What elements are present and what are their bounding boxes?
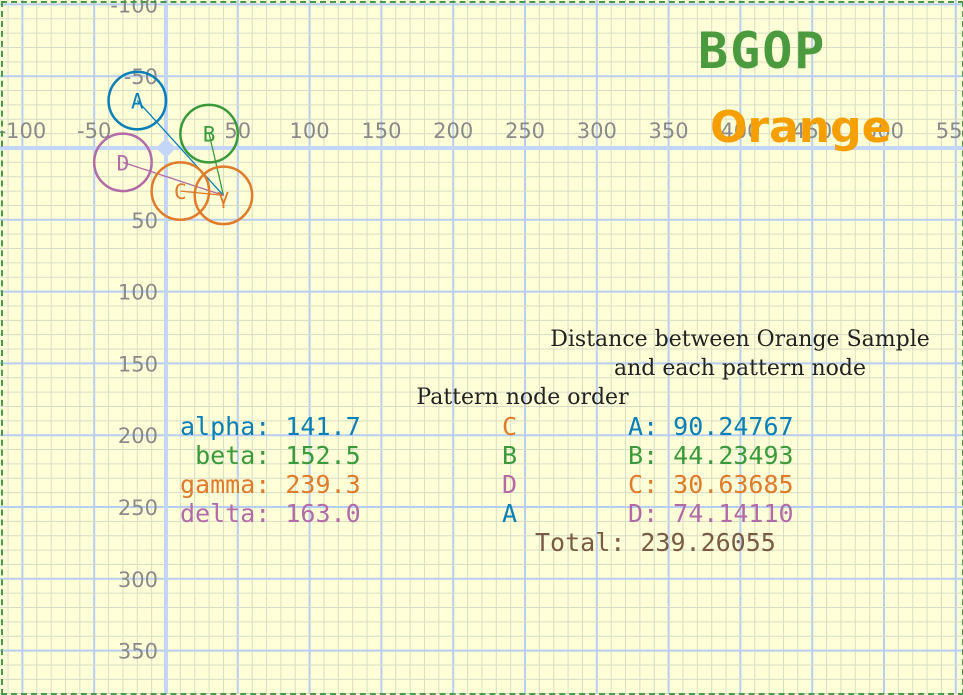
angle-name: gamma bbox=[180, 470, 256, 499]
distance-row: A: 90.24767 bbox=[628, 412, 794, 441]
pattern-order-node: D bbox=[502, 470, 518, 499]
distance-heading-line2: and each pattern node bbox=[613, 355, 867, 381]
origin-marker bbox=[156, 138, 176, 158]
pattern-order-list: CBDA bbox=[502, 412, 517, 528]
distance-sep: : bbox=[643, 499, 674, 528]
node-label-C: C bbox=[174, 180, 187, 204]
angle-sep: : bbox=[255, 470, 286, 499]
sample-name: Orange bbox=[710, 102, 892, 153]
angle-value: 239.3 bbox=[285, 470, 361, 499]
distance-row: B: 44.23493 bbox=[628, 441, 794, 470]
distance-value: 30.63685 bbox=[673, 470, 794, 499]
distance-row: D: 74.14110 bbox=[628, 499, 794, 528]
pattern-order-item: C bbox=[502, 412, 517, 441]
angle-pad bbox=[180, 441, 195, 470]
angle-value: 141.7 bbox=[285, 412, 361, 441]
distance-value: 44.23493 bbox=[673, 441, 794, 470]
x-tick-label: 100 bbox=[290, 119, 330, 143]
distance-sep: : bbox=[643, 412, 674, 441]
y-tick-label: 350 bbox=[118, 640, 158, 664]
x-tick-label: 550 bbox=[936, 119, 963, 143]
total-label: Total: bbox=[535, 528, 626, 557]
distance-sep: : bbox=[643, 470, 674, 499]
distance-sep: : bbox=[643, 441, 674, 470]
distance-list: A: 90.24767 B: 44.23493 C: 30.63685 D: 74.1… bbox=[628, 412, 794, 528]
distance-value: 90.24767 bbox=[673, 412, 794, 441]
x-tick-label: -100 bbox=[0, 119, 46, 143]
distance-value: 74.14110 bbox=[673, 499, 794, 528]
y-tick-label: 250 bbox=[118, 496, 158, 520]
pattern-order-item: A bbox=[502, 499, 517, 528]
pattern-order-heading: Pattern node order bbox=[416, 385, 629, 410]
angle-name: alpha bbox=[180, 412, 256, 441]
y-tick-label: 300 bbox=[118, 568, 158, 592]
pattern-order-node: B bbox=[502, 441, 518, 470]
distance-node: D bbox=[628, 499, 644, 528]
pattern-order-node: C bbox=[502, 412, 518, 441]
total-value: 239.26055 bbox=[640, 528, 776, 557]
distance-node: A bbox=[628, 412, 644, 441]
node-label-A: A bbox=[131, 90, 144, 114]
angle-value: 163.0 bbox=[285, 499, 361, 528]
distance-row: C: 30.63685 bbox=[628, 470, 794, 499]
x-tick-label: 250 bbox=[505, 119, 545, 143]
node-label-D: D bbox=[117, 151, 130, 175]
x-tick-label: 200 bbox=[433, 119, 473, 143]
node-label-gamma: γ bbox=[217, 184, 230, 208]
angle-row: beta: 152.5 bbox=[180, 441, 361, 470]
angle-sep: : bbox=[255, 412, 286, 441]
x-tick-label: 150 bbox=[361, 119, 401, 143]
angle-row: gamma: 239.3 bbox=[180, 470, 361, 499]
angle-list: alpha: 141.7 beta: 152.5 gamma: 239.3 delt… bbox=[180, 412, 361, 528]
y-tick-label: 50 bbox=[131, 209, 158, 233]
angle-name: delta bbox=[180, 499, 256, 528]
angle-sep: : bbox=[255, 441, 286, 470]
distance-heading-line1: Distance between Orange Sample bbox=[550, 327, 930, 352]
x-tick-label: 300 bbox=[577, 119, 617, 143]
logo: BGOP bbox=[698, 22, 827, 80]
angle-sep: : bbox=[255, 499, 286, 528]
y-tick-label: 100 bbox=[118, 281, 158, 305]
pattern-order-item: B bbox=[502, 441, 517, 470]
angle-value: 152.5 bbox=[285, 441, 361, 470]
y-tick-label: -100 bbox=[110, 0, 158, 17]
total-row: Total: 239.26055 bbox=[535, 528, 776, 557]
node-label-B: B bbox=[203, 123, 216, 147]
y-tick-label: 150 bbox=[118, 352, 158, 376]
pattern-order-item: D bbox=[502, 470, 517, 499]
distance-heading: Distance between Orange Sample and each … bbox=[520, 326, 960, 383]
angle-row: delta: 163.0 bbox=[180, 499, 361, 528]
distance-node: B bbox=[628, 441, 644, 470]
x-tick-label: 350 bbox=[649, 119, 689, 143]
angle-name: beta bbox=[195, 441, 256, 470]
y-tick-label: 200 bbox=[118, 424, 158, 448]
distance-node: C bbox=[628, 470, 644, 499]
angle-row: alpha: 141.7 bbox=[180, 412, 361, 441]
pattern-order-node: A bbox=[502, 499, 518, 528]
